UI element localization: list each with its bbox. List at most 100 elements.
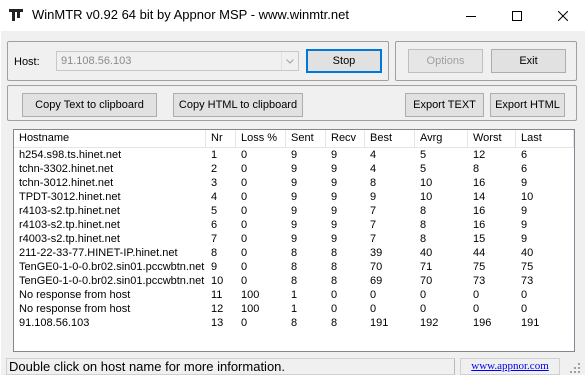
cell-avrg: 10 [420,177,433,189]
table-row[interactable]: r4003-s2.tp.hinet.net 7 0 9 9 7 8 15 9 [14,232,574,246]
cell-sent: 9 [291,205,298,217]
cell-hostname[interactable]: TPDT-3012.hinet.net [14,190,206,204]
cell-last: 6 [521,163,528,175]
cell-last: 9 [521,219,528,231]
host-combobox[interactable]: 91.108.56.103 [56,51,299,71]
table-row[interactable]: tchn-3302.hinet.net 2 0 9 9 4 5 8 6 [14,162,574,176]
export-html-button[interactable]: Export HTML [490,93,565,117]
cell-best: 4 [370,163,377,175]
table-row[interactable]: h254.s98.ts.hinet.net 1 0 9 9 4 5 12 6 [14,148,574,162]
cell-worst: 15 [473,233,486,245]
cell-hostname[interactable]: 211-22-33-77.HINET-IP.hinet.net [14,246,206,260]
table-row[interactable]: r4103-s2.tp.hinet.net 6 0 9 9 7 8 16 9 [14,218,574,232]
cell-last: 40 [521,247,534,259]
cell-loss: 0 [241,149,248,161]
column-header-hostname[interactable]: Hostname [14,130,206,148]
cell-best: 9 [370,191,377,203]
title-bar[interactable]: WinMTR v0.92 64 bit by Appnor MSP - www.… [0,0,586,31]
table-row[interactable]: TenGE0-1-0-0.br02.sin01.pccwbtn.net 9 0 8 8 7… [14,260,574,274]
cell-sent: 9 [291,177,298,189]
appnor-link[interactable]: www.appnor.com [460,358,560,375]
table-row[interactable]: 91.108.56.103 13 0 8 8 191 192 196 191 [14,316,574,330]
cell-best: 70 [370,261,383,273]
column-header-avrg[interactable]: Avrg [415,130,468,148]
cell-sent: 8 [291,247,298,259]
cell-hostname[interactable]: r4103-s2.tp.hinet.net [14,204,206,218]
cell-best: 0 [370,289,377,301]
cell-worst: 0 [473,289,480,301]
cell-hostname[interactable]: r4103-s2.tp.hinet.net [14,218,206,232]
export-text-button[interactable]: Export TEXT [405,93,484,117]
cell-best: 8 [370,177,377,189]
close-button[interactable] [540,0,586,31]
cell-avrg: 8 [420,233,427,245]
cell-best: 191 [370,317,389,329]
maximize-button[interactable] [494,0,540,31]
cell-hostname[interactable]: TenGE0-1-0-0.br02.sin01.pccwbtn.net [14,274,206,288]
column-header-recv[interactable]: Recv [326,130,365,148]
cell-nr: 7 [211,233,218,245]
cell-avrg: 10 [420,191,433,203]
table-row[interactable]: TPDT-3012.hinet.net 4 0 9 9 9 10 14 10 [14,190,574,204]
cell-worst: 16 [473,219,486,231]
column-header-sent[interactable]: Sent [286,130,326,148]
cell-loss: 0 [241,317,248,329]
copy-text-button[interactable]: Copy Text to clipboard [22,93,157,117]
column-header-loss[interactable]: Loss % [236,130,286,148]
table-row[interactable]: tchn-3012.hinet.net 3 0 9 9 8 10 16 9 [14,176,574,190]
cell-last: 75 [521,261,534,273]
table-row[interactable]: No response from host 12 100 1 0 0 0 0 0 [14,302,574,316]
results-listview[interactable]: Hostname Nr Loss % Sent Recv Best Avrg Worst Las… [13,129,575,352]
minimize-button[interactable] [448,0,494,31]
cell-recv: 8 [331,275,338,287]
cell-best: 39 [370,247,383,259]
cell-last: 10 [521,191,534,203]
status-text: Double click on host name for more infor… [6,358,455,375]
cell-sent: 9 [291,233,298,245]
cell-sent: 1 [291,303,298,315]
table-row[interactable]: 211-22-33-77.HINET-IP.hinet.net 8 0 8 8 39 40 4… [14,246,574,260]
host-value[interactable]: 91.108.56.103 [57,55,281,67]
close-icon [558,10,568,21]
cell-nr: 13 [211,317,224,329]
combo-dropdown-button[interactable] [281,52,298,70]
host-label: Host: [14,56,40,68]
cell-worst: 196 [473,317,492,329]
table-row[interactable]: TenGE0-1-0-0.br02.sin01.pccwbtn.net 10 0 8 8… [14,274,574,288]
table-row[interactable]: r4103-s2.tp.hinet.net 5 0 9 9 7 8 16 9 [14,204,574,218]
cell-hostname[interactable]: 91.108.56.103 [14,316,206,330]
cell-hostname[interactable]: No response from host [14,288,206,302]
cell-sent: 8 [291,317,298,329]
cell-sent: 8 [291,275,298,287]
cell-nr: 10 [211,275,224,287]
column-header-best[interactable]: Best [365,130,415,148]
cell-hostname[interactable]: tchn-3012.hinet.net [14,176,206,190]
cell-sent: 8 [291,261,298,273]
table-row[interactable]: No response from host 11 100 1 0 0 0 0 0 [14,288,574,302]
cell-hostname[interactable]: TenGE0-1-0-0.br02.sin01.pccwbtn.net [14,260,206,274]
cell-hostname[interactable]: h254.s98.ts.hinet.net [14,148,206,162]
resize-grip-icon[interactable] [567,360,581,374]
copy-html-button[interactable]: Copy HTML to clipboard [173,93,303,117]
cell-last: 6 [521,149,528,161]
cell-sent: 9 [291,163,298,175]
cell-hostname[interactable]: tchn-3302.hinet.net [14,162,206,176]
column-header-nr[interactable]: Nr [206,130,236,148]
exit-button[interactable]: Exit [491,49,566,73]
stop-button[interactable]: Stop [306,49,382,73]
cell-nr: 3 [211,177,218,189]
cell-hostname[interactable]: No response from host [14,302,206,316]
listview-header: Hostname Nr Loss % Sent Recv Best Avrg Worst Las… [14,130,574,148]
cell-recv: 8 [331,261,338,273]
options-button[interactable]: Options [408,49,483,73]
column-header-worst[interactable]: Worst [468,130,516,148]
cell-loss: 0 [241,163,248,175]
cell-hostname[interactable]: r4003-s2.tp.hinet.net [14,232,206,246]
column-header-last[interactable]: Last [516,130,574,148]
cell-best: 69 [370,275,383,287]
cell-loss: 0 [241,191,248,203]
cell-recv: 9 [331,219,338,231]
cell-best: 7 [370,219,377,231]
cell-loss: 0 [241,275,248,287]
cell-last: 0 [521,303,528,315]
